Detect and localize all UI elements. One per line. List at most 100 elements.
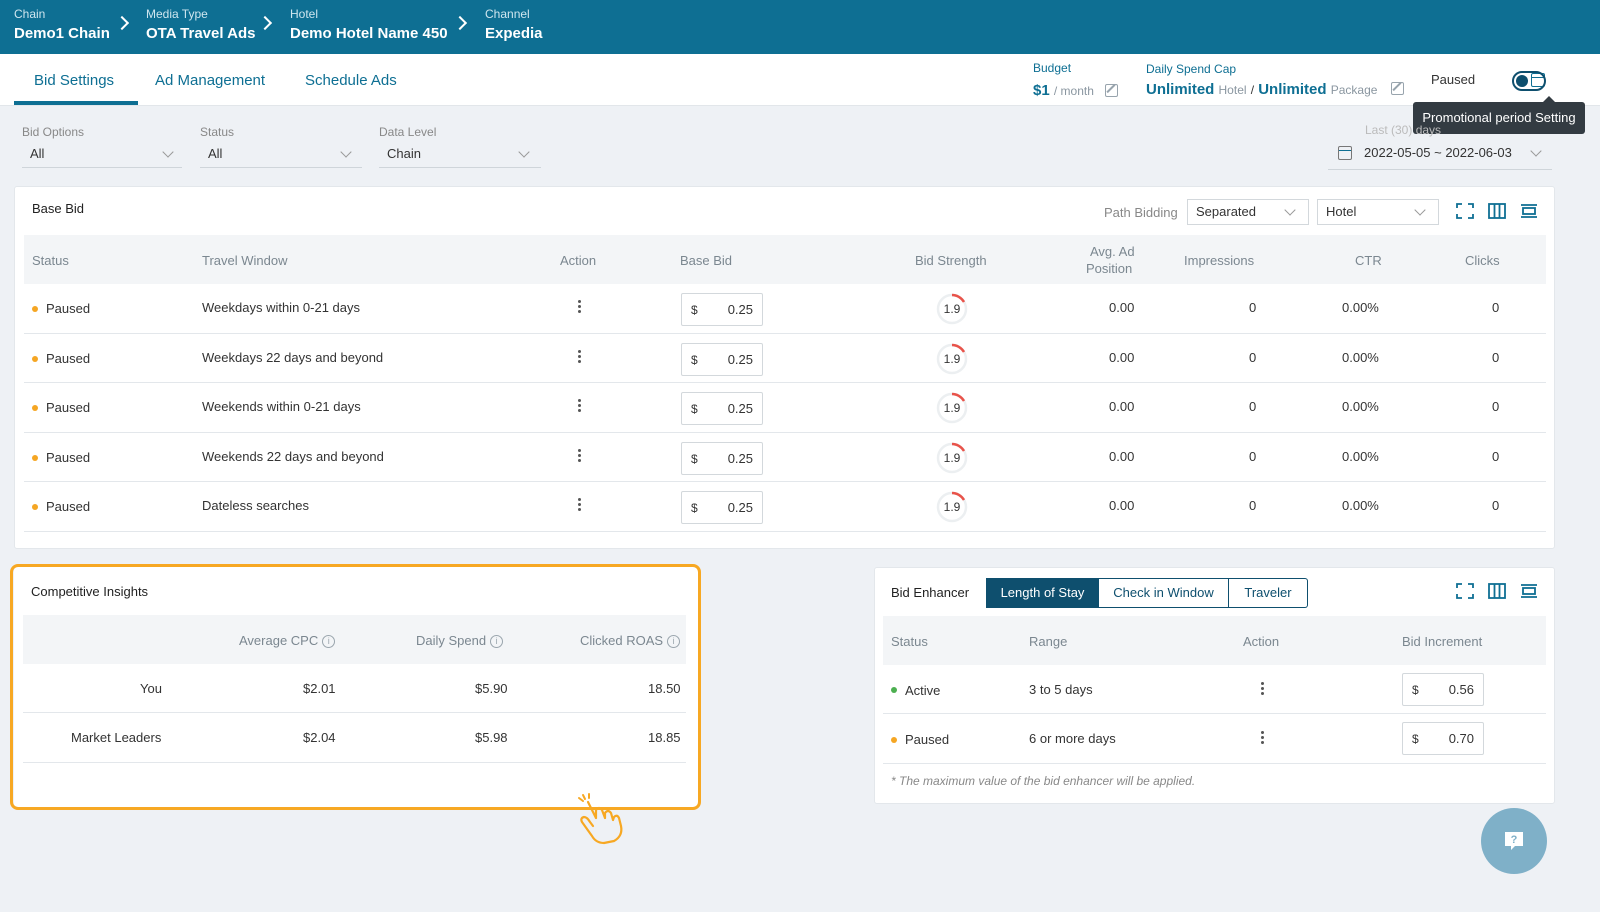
base-bid-input[interactable]: $ 0.25 bbox=[681, 392, 763, 426]
breadcrumb-value: OTA Travel Ads bbox=[146, 25, 256, 42]
chevron-right-icon bbox=[114, 15, 130, 31]
fullscreen-icon[interactable] bbox=[1456, 203, 1474, 219]
edit-spend-cap-icon[interactable] bbox=[1391, 82, 1404, 95]
cell-range: 6 or more days bbox=[1029, 731, 1116, 746]
strength-value: 1.9 bbox=[943, 302, 961, 316]
path-bidding-label: Path Bidding bbox=[1104, 205, 1178, 220]
chevron-down-icon bbox=[1414, 204, 1426, 216]
cell-ctr: 0.00% bbox=[1342, 349, 1379, 365]
base-bid-input[interactable]: $ 0.25 bbox=[681, 293, 763, 326]
edit-budget-icon[interactable] bbox=[1105, 84, 1118, 97]
status-toggle[interactable] bbox=[1512, 71, 1546, 91]
tab-length-of-stay[interactable]: Length of Stay bbox=[986, 578, 1099, 608]
breadcrumb-label: Hotel bbox=[290, 7, 319, 21]
cell-avg-ad-position: 0.00 bbox=[1109, 300, 1135, 315]
currency-symbol: $ bbox=[1412, 683, 1419, 697]
cell-ctr: 0.00% bbox=[1342, 399, 1379, 415]
paused-status-dot bbox=[32, 405, 38, 412]
fullscreen-icon[interactable] bbox=[1456, 583, 1474, 599]
calendar-icon bbox=[1338, 146, 1352, 160]
cell-travel-window: Weekends within 0-21 days bbox=[202, 399, 361, 415]
active-tab-indicator bbox=[14, 101, 138, 105]
cell-avg-ad-position: 0.00 bbox=[1109, 498, 1135, 514]
input-value: 0.70 bbox=[1448, 731, 1474, 746]
cell-status: Paused bbox=[905, 732, 950, 747]
breadcrumb-chain[interactable]: Chain Demo1 Chain bbox=[14, 7, 110, 42]
col-base-bid: Base Bid bbox=[680, 253, 733, 268]
cell-status: Paused bbox=[46, 301, 91, 316]
col-status: Status bbox=[32, 253, 69, 268]
budget-value: $1 / month bbox=[1033, 82, 1094, 99]
daily-spend-cap-value: Unlimited Hotel / Unlimited Package bbox=[1146, 81, 1378, 98]
kebab-icon[interactable] bbox=[578, 300, 581, 313]
kebab-icon[interactable] bbox=[578, 399, 581, 413]
select-value: Separated bbox=[1196, 204, 1256, 219]
base-bid-input[interactable]: $ 0.25 bbox=[681, 342, 763, 376]
tab-check-in-window[interactable]: Check in Window bbox=[1099, 578, 1229, 608]
tab-bid-settings[interactable]: Bid Settings bbox=[34, 72, 114, 89]
tab-traveler[interactable]: Traveler bbox=[1229, 578, 1308, 608]
kebab-icon[interactable] bbox=[578, 498, 581, 512]
kebab-icon[interactable] bbox=[578, 349, 581, 363]
toggle-knob bbox=[1516, 75, 1528, 87]
cell-travel-window: Dateless searches bbox=[202, 498, 309, 514]
data-level-label: Data Level bbox=[379, 125, 437, 139]
date-range-label: Last (30) days bbox=[1365, 123, 1442, 137]
kebab-icon[interactable] bbox=[578, 448, 581, 462]
cell-range: 3 to 5 days bbox=[1029, 682, 1093, 697]
strength-value: 1.9 bbox=[943, 351, 961, 366]
bid-increment-input[interactable]: $0.70 bbox=[1402, 722, 1484, 755]
select-value: Chain bbox=[387, 146, 421, 161]
currency-symbol: $ bbox=[691, 352, 698, 367]
tab-ad-management[interactable]: Ad Management bbox=[155, 72, 265, 89]
status-toggle-label: Paused bbox=[1431, 72, 1476, 87]
col-status: Status bbox=[891, 634, 928, 649]
breadcrumb-hotel[interactable]: Hotel Demo Hotel Name 450 bbox=[290, 7, 448, 42]
bid-strength-gauge: 1.9 bbox=[936, 293, 968, 325]
density-icon[interactable] bbox=[1520, 583, 1538, 599]
cell-ctr: 0.00% bbox=[1342, 498, 1379, 514]
strength-value: 1.9 bbox=[943, 450, 961, 465]
cell-status: Paused bbox=[46, 449, 91, 465]
currency-symbol: $ bbox=[691, 402, 698, 417]
panel-title: Bid Enhancer bbox=[891, 585, 970, 600]
density-icon[interactable] bbox=[1520, 203, 1538, 219]
path-bidding-select[interactable]: Separated bbox=[1187, 199, 1309, 225]
scope-select[interactable]: Hotel bbox=[1317, 199, 1439, 225]
cell-clicks: 0 bbox=[1492, 448, 1500, 464]
focus-highlight bbox=[10, 564, 701, 810]
columns-icon[interactable] bbox=[1488, 583, 1506, 599]
strength-value: 1.9 bbox=[943, 500, 961, 515]
help-icon: ? bbox=[1505, 832, 1523, 850]
row-divider bbox=[24, 481, 1546, 483]
input-value: 0.56 bbox=[1448, 682, 1474, 697]
bid-increment-input[interactable]: $0.56 bbox=[1402, 673, 1484, 706]
hand-pointer-icon bbox=[578, 793, 623, 845]
currency-symbol: $ bbox=[691, 451, 698, 466]
bid-options-select[interactable]: All bbox=[22, 142, 182, 168]
columns-icon[interactable] bbox=[1488, 203, 1506, 219]
chevron-down-icon bbox=[1284, 204, 1296, 216]
date-range-picker[interactable]: 2022-05-05 ~ 2022-06-03 bbox=[1328, 140, 1552, 170]
cell-impressions: 0 bbox=[1249, 498, 1257, 514]
help-button[interactable]: ? bbox=[1481, 808, 1547, 874]
breadcrumb-value: Expedia bbox=[485, 25, 543, 42]
col-range: Range bbox=[1029, 634, 1068, 649]
base-bid-input[interactable]: $ 0.25 bbox=[681, 491, 763, 525]
breadcrumb-media-type[interactable]: Media Type OTA Travel Ads bbox=[146, 7, 255, 42]
kebab-icon[interactable] bbox=[1261, 682, 1264, 695]
breadcrumb-label: Chain bbox=[14, 7, 46, 21]
input-value: 0.25 bbox=[727, 351, 753, 367]
cell-ctr: 0.00% bbox=[1342, 448, 1379, 464]
kebab-icon[interactable] bbox=[1261, 731, 1264, 744]
col-avg-ad-position: Avg. Ad bbox=[1090, 244, 1135, 259]
cell-clicks: 0 bbox=[1492, 300, 1500, 315]
data-level-select[interactable]: Chain bbox=[379, 142, 541, 168]
cell-status: Paused bbox=[46, 350, 91, 366]
breadcrumb-channel[interactable]: Channel Expedia bbox=[485, 7, 543, 42]
chevron-right-icon bbox=[257, 15, 273, 31]
status-select[interactable]: All bbox=[200, 142, 362, 168]
base-bid-input[interactable]: $ 0.25 bbox=[681, 441, 763, 475]
tab-schedule-ads[interactable]: Schedule Ads bbox=[305, 72, 397, 89]
cell-travel-window: Weekdays 22 days and beyond bbox=[202, 349, 384, 365]
